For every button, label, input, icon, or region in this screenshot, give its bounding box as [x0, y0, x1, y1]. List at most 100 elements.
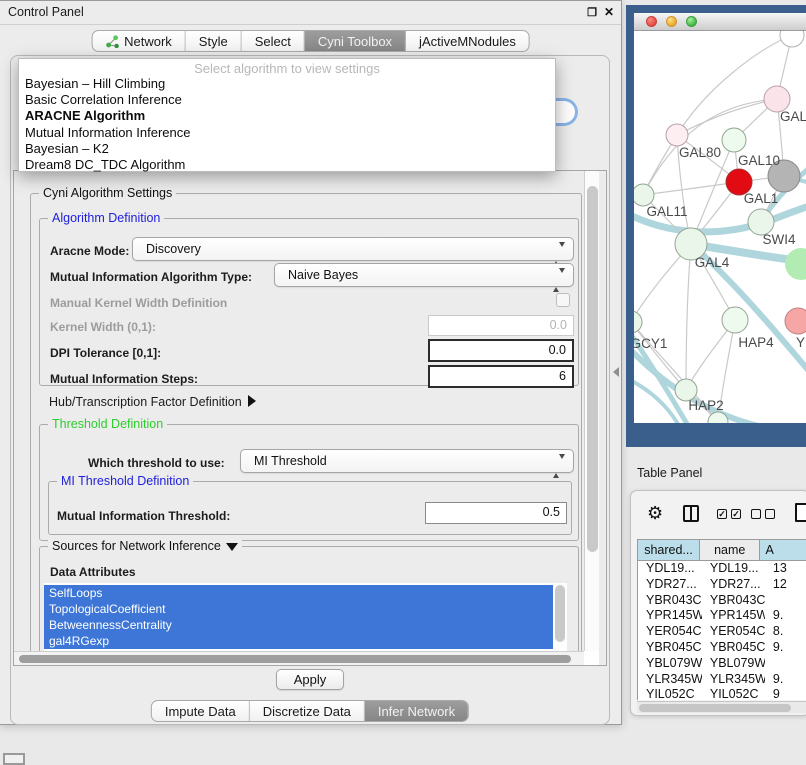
splitter-collapse-handle[interactable] — [613, 367, 619, 377]
combo-spinner-icon — [553, 269, 565, 291]
table-row[interactable]: YPR145W YPR145W 9. — [638, 608, 806, 624]
hub-factor-section[interactable]: Hub/Transcription Factor Definition — [49, 395, 256, 409]
sources-title[interactable]: Sources for Network Inference — [48, 539, 242, 553]
manual-kernel-width-checkbox[interactable] — [556, 293, 570, 307]
table-horizontal-scrollbar-thumb[interactable] — [639, 704, 791, 712]
mi-threshold-field[interactable]: 0.5 — [425, 502, 567, 524]
unchecked-checkbox-icon[interactable] — [765, 509, 775, 519]
collapse-down-icon[interactable] — [226, 543, 238, 551]
menu-item[interactable]: Bayesian – Hill Climbing — [19, 76, 555, 92]
control-panel-tab-bar: Network Style Select Cyni Toolbox jActiv… — [91, 30, 530, 52]
tab-network[interactable]: Network — [92, 31, 186, 51]
menu-item[interactable]: Bayesian – K2 — [19, 141, 555, 157]
node-label: GAL1 — [744, 191, 779, 206]
table-horizontal-scrollbar[interactable] — [637, 701, 806, 713]
apply-button[interactable]: Apply — [276, 669, 344, 690]
table-row[interactable]: YLR345W YLR345W 9. — [638, 672, 806, 688]
table-row[interactable]: YDL19... YDL19... 13 — [638, 561, 806, 577]
close-icon[interactable]: ✕ — [604, 5, 614, 19]
scrollbar-corner — [584, 651, 599, 666]
close-traffic-light[interactable] — [646, 16, 657, 27]
sources-title-label: Sources for Network Inference — [52, 539, 221, 553]
file-icon[interactable] — [795, 503, 806, 522]
which-threshold-select[interactable]: MI Threshold — [240, 449, 574, 473]
menu-item[interactable]: Basic Correlation Inference — [19, 92, 555, 108]
list-scrollbar-thumb[interactable] — [555, 585, 565, 642]
gear-icon[interactable]: ⚙ — [647, 503, 663, 524]
float-window-icon[interactable]: ❐ — [587, 6, 597, 19]
menu-item[interactable]: Mutual Information Inference — [19, 125, 555, 141]
node-gal11[interactable] — [634, 184, 654, 206]
column-header-partial[interactable]: A — [760, 540, 806, 560]
column-header-name[interactable]: name — [700, 540, 760, 560]
table-row[interactable]: YER054C YER054C 8. — [638, 624, 806, 640]
aracne-mode-select[interactable]: Discovery — [132, 237, 574, 261]
zoom-traffic-light[interactable] — [686, 16, 697, 27]
tab-jactivemnodules[interactable]: jActiveMNodules — [406, 31, 529, 51]
cell: 13 — [765, 561, 806, 577]
network-canvas[interactable]: GAL GAL80 GAL10 GAL1 GAL11 SWI4 GAL4 HAP… — [634, 31, 806, 423]
algorithm-select-popup: Select algorithm to view settings Bayesi… — [18, 58, 556, 172]
list-item[interactable]: BetweennessCentrality — [44, 617, 553, 633]
mi-algorithm-type-select[interactable]: Naive Bayes — [274, 263, 574, 287]
tab-select[interactable]: Select — [242, 31, 305, 51]
minimize-traffic-light[interactable] — [666, 16, 677, 27]
expand-right-icon[interactable] — [248, 395, 256, 407]
table-row[interactable]: YBR043C YBR043C — [638, 593, 806, 609]
list-item[interactable]: SelfLoops — [44, 585, 553, 601]
network-graph[interactable]: GAL GAL80 GAL10 GAL1 GAL11 SWI4 GAL4 HAP… — [634, 31, 806, 423]
node-gal10[interactable] — [722, 128, 746, 152]
mi-steps-field[interactable]: 6 — [428, 365, 574, 388]
table-row[interactable]: YDR27... YDR27... 12 — [638, 577, 806, 593]
control-panel-window: Control Panel ❐ ✕ Network Style Select C… — [0, 0, 622, 725]
column-header-shared-name[interactable]: shared... — [638, 540, 700, 560]
settings-vertical-scrollbar-thumb[interactable] — [587, 186, 598, 552]
table-panel-window: ⚙ ✓ ✓ shared... name A YDL19... YDL19...… — [630, 490, 806, 716]
cyni-bottom-tab-bar: Impute Data Discretize Data Infer Networ… — [151, 700, 469, 722]
cell: YER054C — [702, 624, 765, 640]
node-label: SWI4 — [762, 232, 795, 247]
network-view-inner: GAL GAL80 GAL10 GAL1 GAL11 SWI4 GAL4 HAP… — [634, 13, 806, 423]
cell: YDR27... — [702, 577, 765, 593]
tab-cyni-toolbox[interactable]: Cyni Toolbox — [305, 31, 406, 51]
dpi-tolerance-field[interactable]: 0.0 — [428, 339, 574, 362]
node-salmon[interactable] — [785, 308, 806, 334]
node-pink[interactable] — [666, 124, 688, 146]
settings-horizontal-scrollbar[interactable] — [14, 651, 584, 665]
unchecked-checkbox-icon[interactable] — [751, 509, 761, 519]
cell: YPR145W — [638, 608, 702, 624]
kernel-width-field[interactable]: 0.0 — [428, 315, 574, 336]
algorithm-popup-prompt: Select algorithm to view settings — [19, 59, 555, 76]
node-label: GAL4 — [695, 255, 730, 270]
tab-impute-data[interactable]: Impute Data — [152, 701, 250, 721]
cell: YBR043C — [638, 593, 702, 609]
table-body: YDL19... YDL19... 13 YDR27... YDR27... 1… — [637, 561, 806, 700]
tab-infer-network[interactable]: Infer Network — [365, 701, 468, 721]
table-row[interactable]: YBR045C YBR045C 9. — [638, 640, 806, 656]
checked-checkbox-icon[interactable]: ✓ — [717, 509, 727, 519]
collapsed-panel-button[interactable] — [3, 753, 25, 765]
cell: YLR345W — [702, 672, 765, 688]
cell: YPR145W — [702, 608, 765, 624]
node-gcy1[interactable] — [634, 311, 642, 333]
settings-horizontal-scrollbar-thumb[interactable] — [19, 655, 571, 663]
tab-style[interactable]: Style — [186, 31, 242, 51]
split-columns-icon[interactable] — [683, 505, 699, 522]
combo-spinner-icon — [553, 455, 565, 477]
tab-discretize-data[interactable]: Discretize Data — [250, 701, 365, 721]
table-row[interactable]: YBL079W YBL079W — [638, 656, 806, 672]
checked-checkbox-icon[interactable]: ✓ — [731, 509, 741, 519]
algorithm-definition-title: Algorithm Definition — [48, 211, 164, 225]
mi-threshold-definition-title: MI Threshold Definition — [57, 474, 193, 488]
node[interactable] — [780, 31, 804, 47]
cyni-algorithm-settings-title: Cyni Algorithm Settings — [39, 186, 176, 200]
node-hap4[interactable] — [722, 307, 748, 333]
combo-spinner-icon — [553, 243, 565, 265]
menu-item-selected[interactable]: ARACNE Algorithm — [19, 108, 555, 124]
settings-vertical-scrollbar[interactable] — [584, 171, 599, 651]
list-item[interactable]: TopologicalCoefficient — [44, 601, 553, 617]
node-green-bright[interactable] — [785, 248, 806, 280]
table-row[interactable]: YIL052C YIL052C 9 — [638, 687, 806, 700]
menu-item[interactable]: Dream8 DC_TDC Algorithm — [19, 157, 555, 173]
list-item[interactable]: gal4RGexp — [44, 633, 553, 649]
